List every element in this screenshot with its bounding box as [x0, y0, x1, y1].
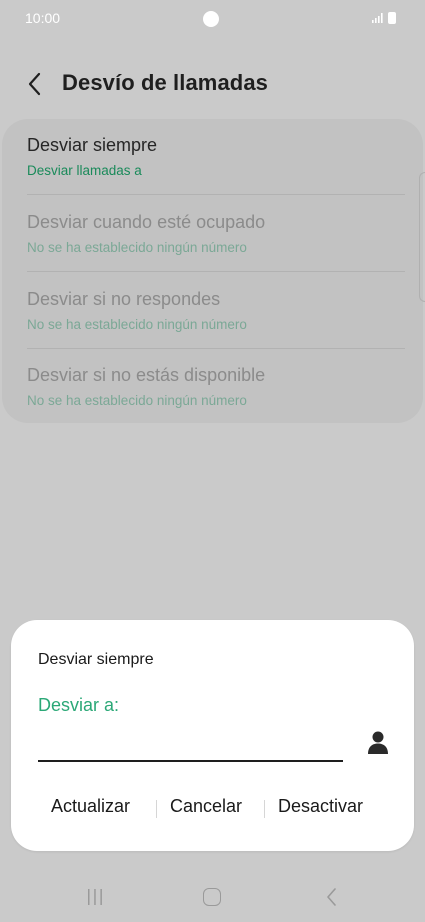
page-title: Desvío de llamadas [62, 70, 269, 95]
header: Desvío de llamadas [0, 60, 425, 108]
scroll-indicator[interactable] [419, 172, 425, 302]
cancel-button[interactable]: Cancelar [170, 796, 242, 817]
button-separator [264, 800, 265, 818]
forward-to-label: Desviar a: [38, 695, 120, 715]
setting-subtitle: No se ha establecido ningún número [27, 317, 247, 332]
contact-person-icon[interactable] [366, 730, 390, 756]
setting-forward-always[interactable]: Desviar siempre Desviar llamadas a [27, 119, 405, 195]
signal-icon [372, 13, 383, 23]
screen: 10:00 Desvío de llamadas Desviar siempre… [0, 0, 425, 922]
settings-card: Desviar siempre Desviar llamadas a Desvi… [2, 119, 423, 423]
setting-title: Desviar siempre [27, 135, 158, 155]
nav-back-icon[interactable] [325, 887, 339, 907]
recents-icon[interactable] [86, 888, 104, 906]
update-button[interactable]: Actualizar [51, 796, 130, 817]
navigation-bar [0, 870, 425, 922]
forward-always-dialog: Desviar siempre Desviar a: Actualizar Ca… [11, 620, 414, 851]
setting-forward-busy: Desviar cuando esté ocupado No se ha est… [27, 196, 405, 272]
setting-forward-no-answer: Desviar si no respondes No se ha estable… [27, 273, 405, 349]
battery-icon [388, 12, 396, 24]
status-time: 10:00 [25, 10, 61, 26]
forward-number-input[interactable] [38, 730, 343, 762]
divider [27, 194, 405, 195]
dialog-title: Desviar siempre [38, 651, 154, 668]
setting-subtitle: Desviar llamadas a [27, 163, 142, 178]
divider [27, 271, 405, 272]
status-bar: 10:00 [0, 0, 425, 38]
back-arrow-icon[interactable] [24, 70, 46, 98]
setting-title: Desviar cuando esté ocupado [27, 212, 266, 232]
setting-subtitle: No se ha establecido ningún número [27, 393, 247, 408]
button-separator [156, 800, 157, 818]
setting-title: Desviar si no respondes [27, 289, 221, 309]
camera-cutout [203, 11, 219, 27]
setting-title: Desviar si no estás disponible [27, 365, 266, 385]
setting-subtitle: No se ha establecido ningún número [27, 240, 247, 255]
deactivate-button[interactable]: Desactivar [278, 796, 363, 817]
home-icon[interactable] [203, 888, 221, 906]
dialog-buttons: Actualizar Cancelar Desactivar [11, 792, 414, 828]
setting-forward-unavailable: Desviar si no estás disponible No se ha … [27, 349, 405, 425]
